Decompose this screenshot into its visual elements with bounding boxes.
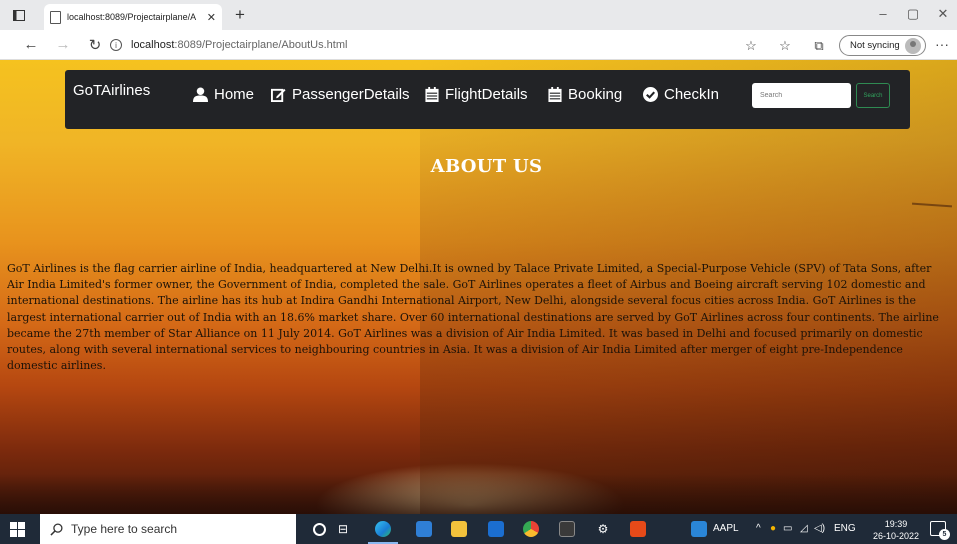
aapl-ticker[interactable]: AAPL	[713, 523, 739, 534]
search-icon	[50, 522, 63, 536]
minimize-button[interactable]: –	[868, 6, 898, 21]
show-hidden-icons[interactable]: ^	[756, 523, 761, 534]
clock-time: 19:39	[884, 519, 908, 529]
nav-checkin-label: CheckIn	[664, 86, 720, 103]
nav-booking-label: Booking	[568, 86, 623, 103]
tab-title: localhost:8089/Projectairplane/A	[67, 12, 197, 22]
airplane-silhouette	[911, 202, 953, 208]
favorite-add-icon[interactable]: ☆	[742, 38, 760, 54]
terminal-icon[interactable]	[558, 520, 576, 538]
notification-center-icon[interactable]: 5	[930, 521, 950, 540]
search-button[interactable]: Search	[856, 83, 890, 108]
page-title: ABOUT US	[430, 156, 543, 177]
about-line: GoT Airlines is the flag carrier airline…	[7, 262, 932, 275]
close-tab-icon[interactable]: ✕	[207, 11, 216, 24]
restore-button[interactable]: ▢	[898, 6, 928, 22]
info-icon[interactable]: i	[110, 39, 122, 51]
windows-start-icon[interactable]	[10, 522, 25, 537]
about-line: domestic airlines.	[7, 359, 106, 373]
clock-date: 26-10-2022	[873, 531, 920, 541]
system-clock[interactable]: 19:39 26-10-2022	[873, 518, 919, 542]
cortana-icon[interactable]	[310, 520, 328, 538]
nav-home-label: Home	[214, 86, 255, 103]
nav-flight-details-label: FlightDetails	[445, 86, 528, 103]
nav-passenger-details-label: PassengerDetails	[292, 86, 410, 103]
network-icon[interactable]: ◿	[800, 523, 808, 534]
about-paragraph: GoT Airlines is the flag carrier airline…	[7, 261, 957, 374]
page-background: GoTAirlines Home PassengerDetails Flight…	[0, 60, 957, 514]
user-icon	[193, 87, 208, 102]
battery-icon[interactable]: ▭	[783, 523, 792, 534]
browser-tab-bar: localhost:8089/Projectairplane/A ✕ + – ▢…	[0, 0, 957, 30]
about-line: Air India Limited's former owner, the Go…	[7, 278, 926, 292]
file-explorer-icon[interactable]	[450, 520, 468, 538]
page-icon	[50, 10, 61, 24]
taskbar: Type here to search ⊟ ⚙ AAPL ^ ● ▭ ◿ ◁) …	[0, 514, 957, 544]
avatar	[904, 37, 921, 54]
calendar-icon	[548, 87, 562, 102]
about-line: routes, along with several international…	[7, 343, 903, 357]
weather-icon[interactable]: ●	[770, 523, 776, 534]
stock-app-icon[interactable]	[690, 520, 708, 538]
new-tab-button[interactable]: +	[230, 5, 250, 25]
check-circle-icon	[643, 87, 658, 102]
nav-flight-details[interactable]: FlightDetails	[425, 86, 528, 103]
forward-icon[interactable]: →	[52, 36, 74, 53]
settings-gear-icon[interactable]: ⚙	[594, 520, 612, 538]
url-field[interactable]: i localhost:8089/Projectairplane/AboutUs…	[110, 34, 610, 56]
site-navbar: GoTAirlines Home PassengerDetails Flight…	[65, 70, 910, 129]
address-bar: ← → ↻ i localhost:8089/Projectairplane/A…	[0, 30, 957, 60]
sync-label: Not syncing	[850, 40, 900, 51]
calendar-icon	[425, 87, 439, 102]
more-menu-icon[interactable]: ···	[935, 36, 949, 52]
taskbar-search[interactable]: Type here to search	[40, 514, 296, 544]
store-icon[interactable]	[415, 520, 433, 538]
edge-browser-icon[interactable]	[374, 520, 392, 538]
office-icon[interactable]	[629, 520, 647, 538]
nav-booking[interactable]: Booking	[548, 86, 622, 103]
task-view-icon[interactable]: ⊟	[334, 520, 352, 538]
url-text: localhost:8089/Projectairplane/AboutUs.h…	[131, 39, 348, 51]
close-window-button[interactable]: ✕	[928, 6, 957, 22]
about-line: became the 27th member of Star Alliance …	[7, 326, 923, 340]
nav-home[interactable]: Home	[193, 86, 254, 103]
nav-checkin[interactable]: CheckIn	[643, 86, 719, 103]
volume-icon[interactable]: ◁)	[814, 523, 825, 534]
refresh-icon[interactable]: ↻	[84, 36, 106, 54]
outlook-icon[interactable]	[487, 520, 505, 538]
about-line: international destinations. The airline …	[7, 294, 916, 308]
chrome-icon[interactable]	[522, 520, 540, 538]
brand-logo[interactable]: GoTAirlines	[73, 82, 150, 99]
tab-actions-icon[interactable]	[8, 4, 30, 26]
about-line: largest international carrier out of Ind…	[7, 310, 939, 324]
browser-tab[interactable]: localhost:8089/Projectairplane/A ✕	[44, 4, 222, 30]
notification-badge: 5	[939, 529, 950, 540]
profile-sync-button[interactable]: Not syncing	[839, 35, 926, 56]
search-input[interactable]	[752, 83, 851, 108]
language-indicator[interactable]: ENG	[834, 523, 856, 534]
taskbar-search-placeholder: Type here to search	[71, 522, 178, 536]
favorites-icon[interactable]: ☆	[776, 38, 794, 54]
back-icon[interactable]: ←	[20, 36, 42, 53]
nav-passenger-details[interactable]: PassengerDetails	[271, 86, 410, 103]
collections-icon[interactable]: ⧉	[810, 38, 828, 54]
edit-icon	[271, 88, 286, 102]
